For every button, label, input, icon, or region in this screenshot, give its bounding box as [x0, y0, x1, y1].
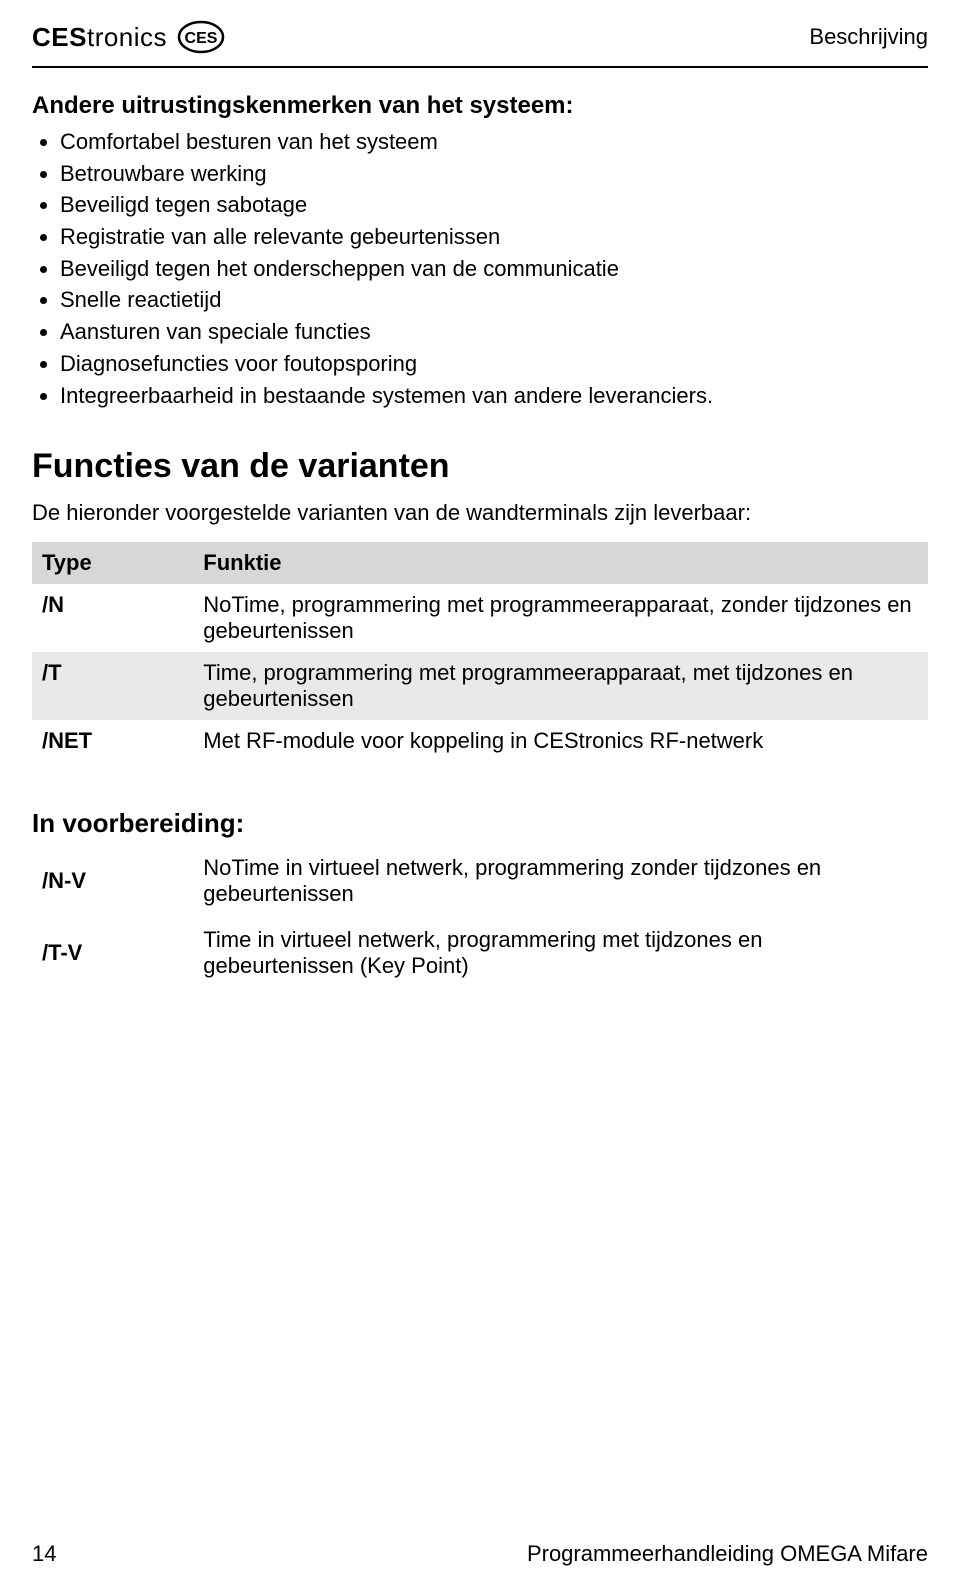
cell-type: /N-V [32, 845, 193, 917]
variants-intro: De hieronder voorgestelde varianten van … [32, 498, 928, 528]
list-item: Betrouwbare werking [60, 158, 928, 190]
variants-table: Type Funktie /N NoTime, programmering me… [32, 542, 928, 762]
footer-spacer [32, 989, 928, 1513]
page-header: CEStronics CES Beschrijving [32, 20, 928, 62]
svg-text:CES: CES [185, 30, 218, 47]
list-item: Snelle reactietijd [60, 284, 928, 316]
brand-block: CEStronics CES [32, 20, 225, 54]
col-header-type: Type [32, 542, 193, 584]
list-item: Aansturen van speciale functies [60, 316, 928, 348]
list-item: Beveiligd tegen sabotage [60, 189, 928, 221]
cell-function: NoTime, programmering met programmeer­ap… [193, 584, 928, 652]
preparation-table: /N-V NoTime in virtueel netwerk, program… [32, 845, 928, 989]
table-row: /N NoTime, programmering met programmeer… [32, 584, 928, 652]
features-list: Comfortabel besturen van het systeem Bet… [32, 126, 928, 411]
brand-ces: CES [32, 22, 87, 52]
variants-heading: Functies van de varianten [32, 447, 928, 486]
brand-tronics: tronics [87, 22, 167, 52]
table-header-row: Type Funktie [32, 542, 928, 584]
document-page: CEStronics CES Beschrijving Andere uitru… [0, 0, 960, 1587]
cell-type: /NET [32, 720, 193, 762]
list-item: Comfortabel besturen van het systeem [60, 126, 928, 158]
footer-title: Programmeerhandleiding OMEGA Mifare [527, 1541, 928, 1567]
features-heading: Andere uitrustingskenmerken van het syst… [32, 92, 928, 120]
table-row: /N-V NoTime in virtueel netwerk, program… [32, 845, 928, 917]
cell-function: Time in virtueel netwerk, programmering … [193, 917, 928, 989]
preparation-heading: In voorbereiding: [32, 808, 928, 839]
list-item: Integreerbaarheid in bestaande systemen … [60, 380, 928, 412]
list-item: Diagnosefuncties voor foutopsporing [60, 348, 928, 380]
col-header-function: Funktie [193, 542, 928, 584]
page-number: 14 [32, 1541, 56, 1567]
table-row: /T-V Time in virtueel netwerk, programme… [32, 917, 928, 989]
list-item: Registratie van alle relevante gebeurten… [60, 221, 928, 253]
table-row: /T Time, programmering met programmeerap… [32, 652, 928, 720]
cell-type: /T [32, 652, 193, 720]
brand-wordmark: CEStronics [32, 22, 167, 53]
header-section-label: Beschrijving [809, 24, 928, 50]
list-item: Beveiligd tegen het onderscheppen van de… [60, 253, 928, 285]
cell-function: Time, programmering met programmeerappar… [193, 652, 928, 720]
cell-type: /N [32, 584, 193, 652]
page-footer: 14 Programmeerhandleiding OMEGA Mifare [32, 1513, 928, 1567]
header-divider [32, 66, 928, 68]
ces-logo-icon: CES [177, 20, 225, 54]
cell-type: /T-V [32, 917, 193, 989]
cell-function: NoTime in virtueel netwerk, programmerin… [193, 845, 928, 917]
cell-function: Met RF-module voor koppeling in CEStroni… [193, 720, 928, 762]
table-row: /NET Met RF-module voor koppeling in CES… [32, 720, 928, 762]
